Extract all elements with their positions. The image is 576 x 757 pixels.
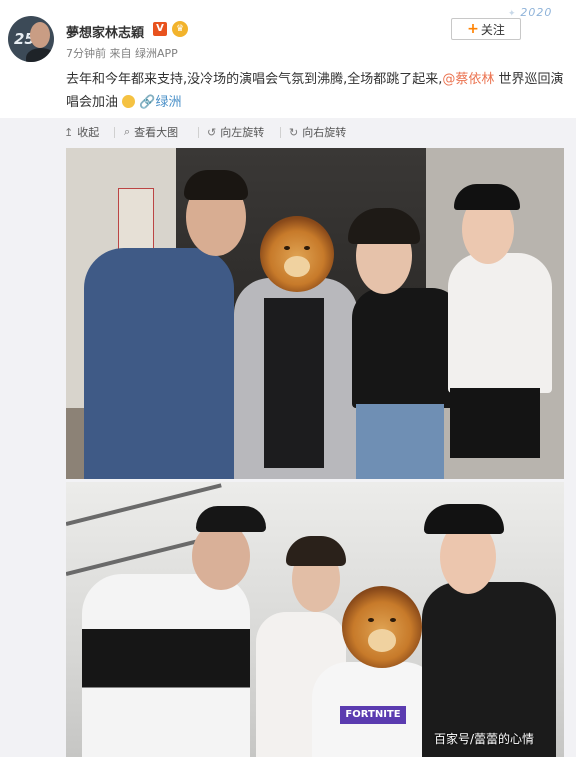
lion-eye-right <box>390 618 396 622</box>
person-cap <box>454 184 520 210</box>
rotate-right-icon: ↻ <box>289 125 299 139</box>
person-cap <box>196 506 266 532</box>
person-face <box>192 522 250 590</box>
photo-stairway-group[interactable]: FORTNITE <box>66 482 564 757</box>
rotate-right-label: 向右旋转 <box>302 126 347 139</box>
person-white-tee <box>448 253 552 393</box>
watermark: 百家号/蕾蕾的心情 <box>434 732 535 746</box>
lion-sticker-icon <box>342 586 422 668</box>
person-cap <box>424 504 504 534</box>
person-hair <box>286 536 346 566</box>
decoration-dots: ✦ <box>508 9 521 19</box>
link-icon: 🔗 <box>139 95 156 110</box>
post-text: 去年和今年都来支持,没冷场的演唱会气氛到沸腾,全场都跳了起来,@蔡依林 世界巡回… <box>66 68 566 114</box>
follow-button[interactable]: + 关注 <box>451 18 521 40</box>
person-black-tee <box>264 298 324 468</box>
fortnite-print: FORTNITE <box>340 706 406 724</box>
person-black-shorts <box>450 388 540 458</box>
lion-muzzle <box>283 255 311 277</box>
verified-icon: V <box>153 22 167 36</box>
post-header: 25 夢想家林志穎 V ♛ 7分钟前 来自 绿洲APP + 关注 ✦ 2020 … <box>0 0 576 118</box>
rotate-left-button[interactable]: ↺ 向左旋转 <box>207 124 264 140</box>
person-jeans <box>356 404 444 479</box>
location-link[interactable]: 🔗绿洲 <box>139 95 181 110</box>
person-black-crop-top <box>352 288 462 408</box>
collapse-button[interactable]: ↥ 收起 <box>64 124 99 140</box>
collapse-label: 收起 <box>77 126 100 139</box>
collapse-icon: ↥ <box>64 125 74 139</box>
vip-crown-icon: ♛ <box>172 21 188 37</box>
photo-area: FORTNITE 百家号/蕾蕾的心情 <box>0 146 576 757</box>
avatar[interactable]: 25 <box>8 16 54 62</box>
rotate-right-button[interactable]: ↻ 向右旋转 <box>289 124 346 140</box>
follow-label: 关注 <box>480 22 505 37</box>
card-decoration: ✦ 2020 <box>508 6 552 19</box>
person-hair <box>348 208 420 244</box>
view-large-label: 查看大图 <box>134 126 179 139</box>
flex-arm-emoji-icon <box>122 95 136 108</box>
avatar-body <box>26 48 54 62</box>
person-white-fortnite-hoodie: FORTNITE <box>312 662 440 757</box>
search-icon: ⌕ <box>124 125 131 138</box>
person-black-white-hoodie <box>82 574 250 757</box>
location-label: 绿洲 <box>155 95 182 110</box>
lion-muzzle <box>367 628 397 652</box>
post-text-before: 去年和今年都来支持,没冷场的演唱会气氛到沸腾,全场都跳了起来, <box>66 72 443 87</box>
lion-eye-left <box>284 246 290 250</box>
author-name[interactable]: 夢想家林志穎 <box>66 22 144 41</box>
lion-eye-left <box>368 618 374 622</box>
avatar-face <box>30 22 50 48</box>
divider <box>280 127 281 138</box>
person-denim-jacket <box>84 248 234 479</box>
lion-eye-right <box>304 246 310 250</box>
plus-icon: + <box>467 21 479 37</box>
rotate-left-label: 向左旋转 <box>220 126 265 139</box>
lion-sticker-icon <box>260 216 334 292</box>
post-meta: 7分钟前 来自 绿洲APP <box>66 47 178 60</box>
view-large-button[interactable]: ⌕ 查看大图 <box>124 124 178 140</box>
photo-backstage-group[interactable] <box>66 148 564 479</box>
rotate-left-icon: ↺ <box>207 125 217 139</box>
divider <box>114 127 115 138</box>
person-hair <box>184 170 248 200</box>
decoration-year: 2020 <box>520 6 553 19</box>
divider <box>198 127 199 138</box>
mention-link[interactable]: @蔡依林 <box>442 72 494 87</box>
image-toolbar: ↥ 收起 ⌕ 查看大图 ↺ 向左旋转 ↻ 向右旋转 <box>0 118 576 146</box>
